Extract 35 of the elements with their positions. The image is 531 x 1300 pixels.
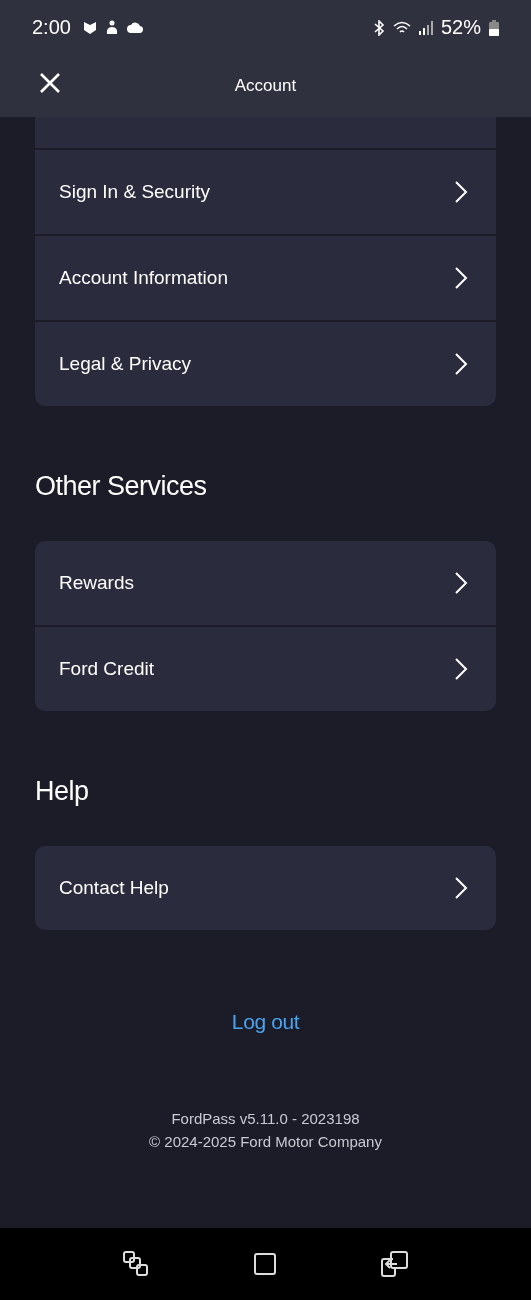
battery-percent: 52% (440, 16, 481, 39)
figure-icon (104, 20, 119, 35)
menu-item[interactable]: Account Information (35, 236, 496, 320)
menu-item[interactable]: Ford Credit (35, 627, 496, 711)
logout-link[interactable]: Log out (231, 1010, 300, 1034)
chevron-right-icon (454, 352, 468, 376)
wifi-icon (392, 20, 411, 35)
back-icon (380, 1251, 409, 1277)
home-button[interactable] (253, 1253, 276, 1275)
back-button[interactable] (380, 1251, 409, 1277)
battery-icon (489, 19, 499, 36)
recent-apps-button[interactable] (122, 1251, 149, 1277)
chevron-right-icon (454, 876, 468, 900)
recent-apps-icon (122, 1251, 149, 1277)
section-heading: Other Services (35, 470, 208, 503)
chevron-right-icon (454, 266, 468, 290)
bluetooth-icon (372, 19, 385, 36)
cloud-icon (126, 22, 143, 33)
close-button[interactable] (38, 71, 62, 95)
chevron-right-icon (454, 571, 468, 595)
home-icon (253, 1253, 276, 1275)
chevron-right-icon (454, 180, 468, 204)
menu-item[interactable]: Contact Help (35, 846, 496, 930)
chevron-right-icon (454, 657, 468, 681)
section-heading: Help (35, 775, 90, 808)
status-time: 2:00 (32, 16, 71, 39)
shield-icon (82, 20, 97, 35)
footer-text: © 2024-2025 Ford Motor Company (149, 1133, 382, 1150)
menu-item[interactable]: Legal & Privacy (35, 322, 496, 406)
menu-item[interactable]: Rewards (35, 541, 496, 625)
header-title: Account (234, 76, 297, 96)
close-icon (40, 73, 60, 93)
footer-text: FordPass v5.11.0 - 2023198 (171, 1110, 360, 1127)
signal-icon (418, 20, 433, 35)
menu-item[interactable]: Sign In & Security (35, 150, 496, 234)
